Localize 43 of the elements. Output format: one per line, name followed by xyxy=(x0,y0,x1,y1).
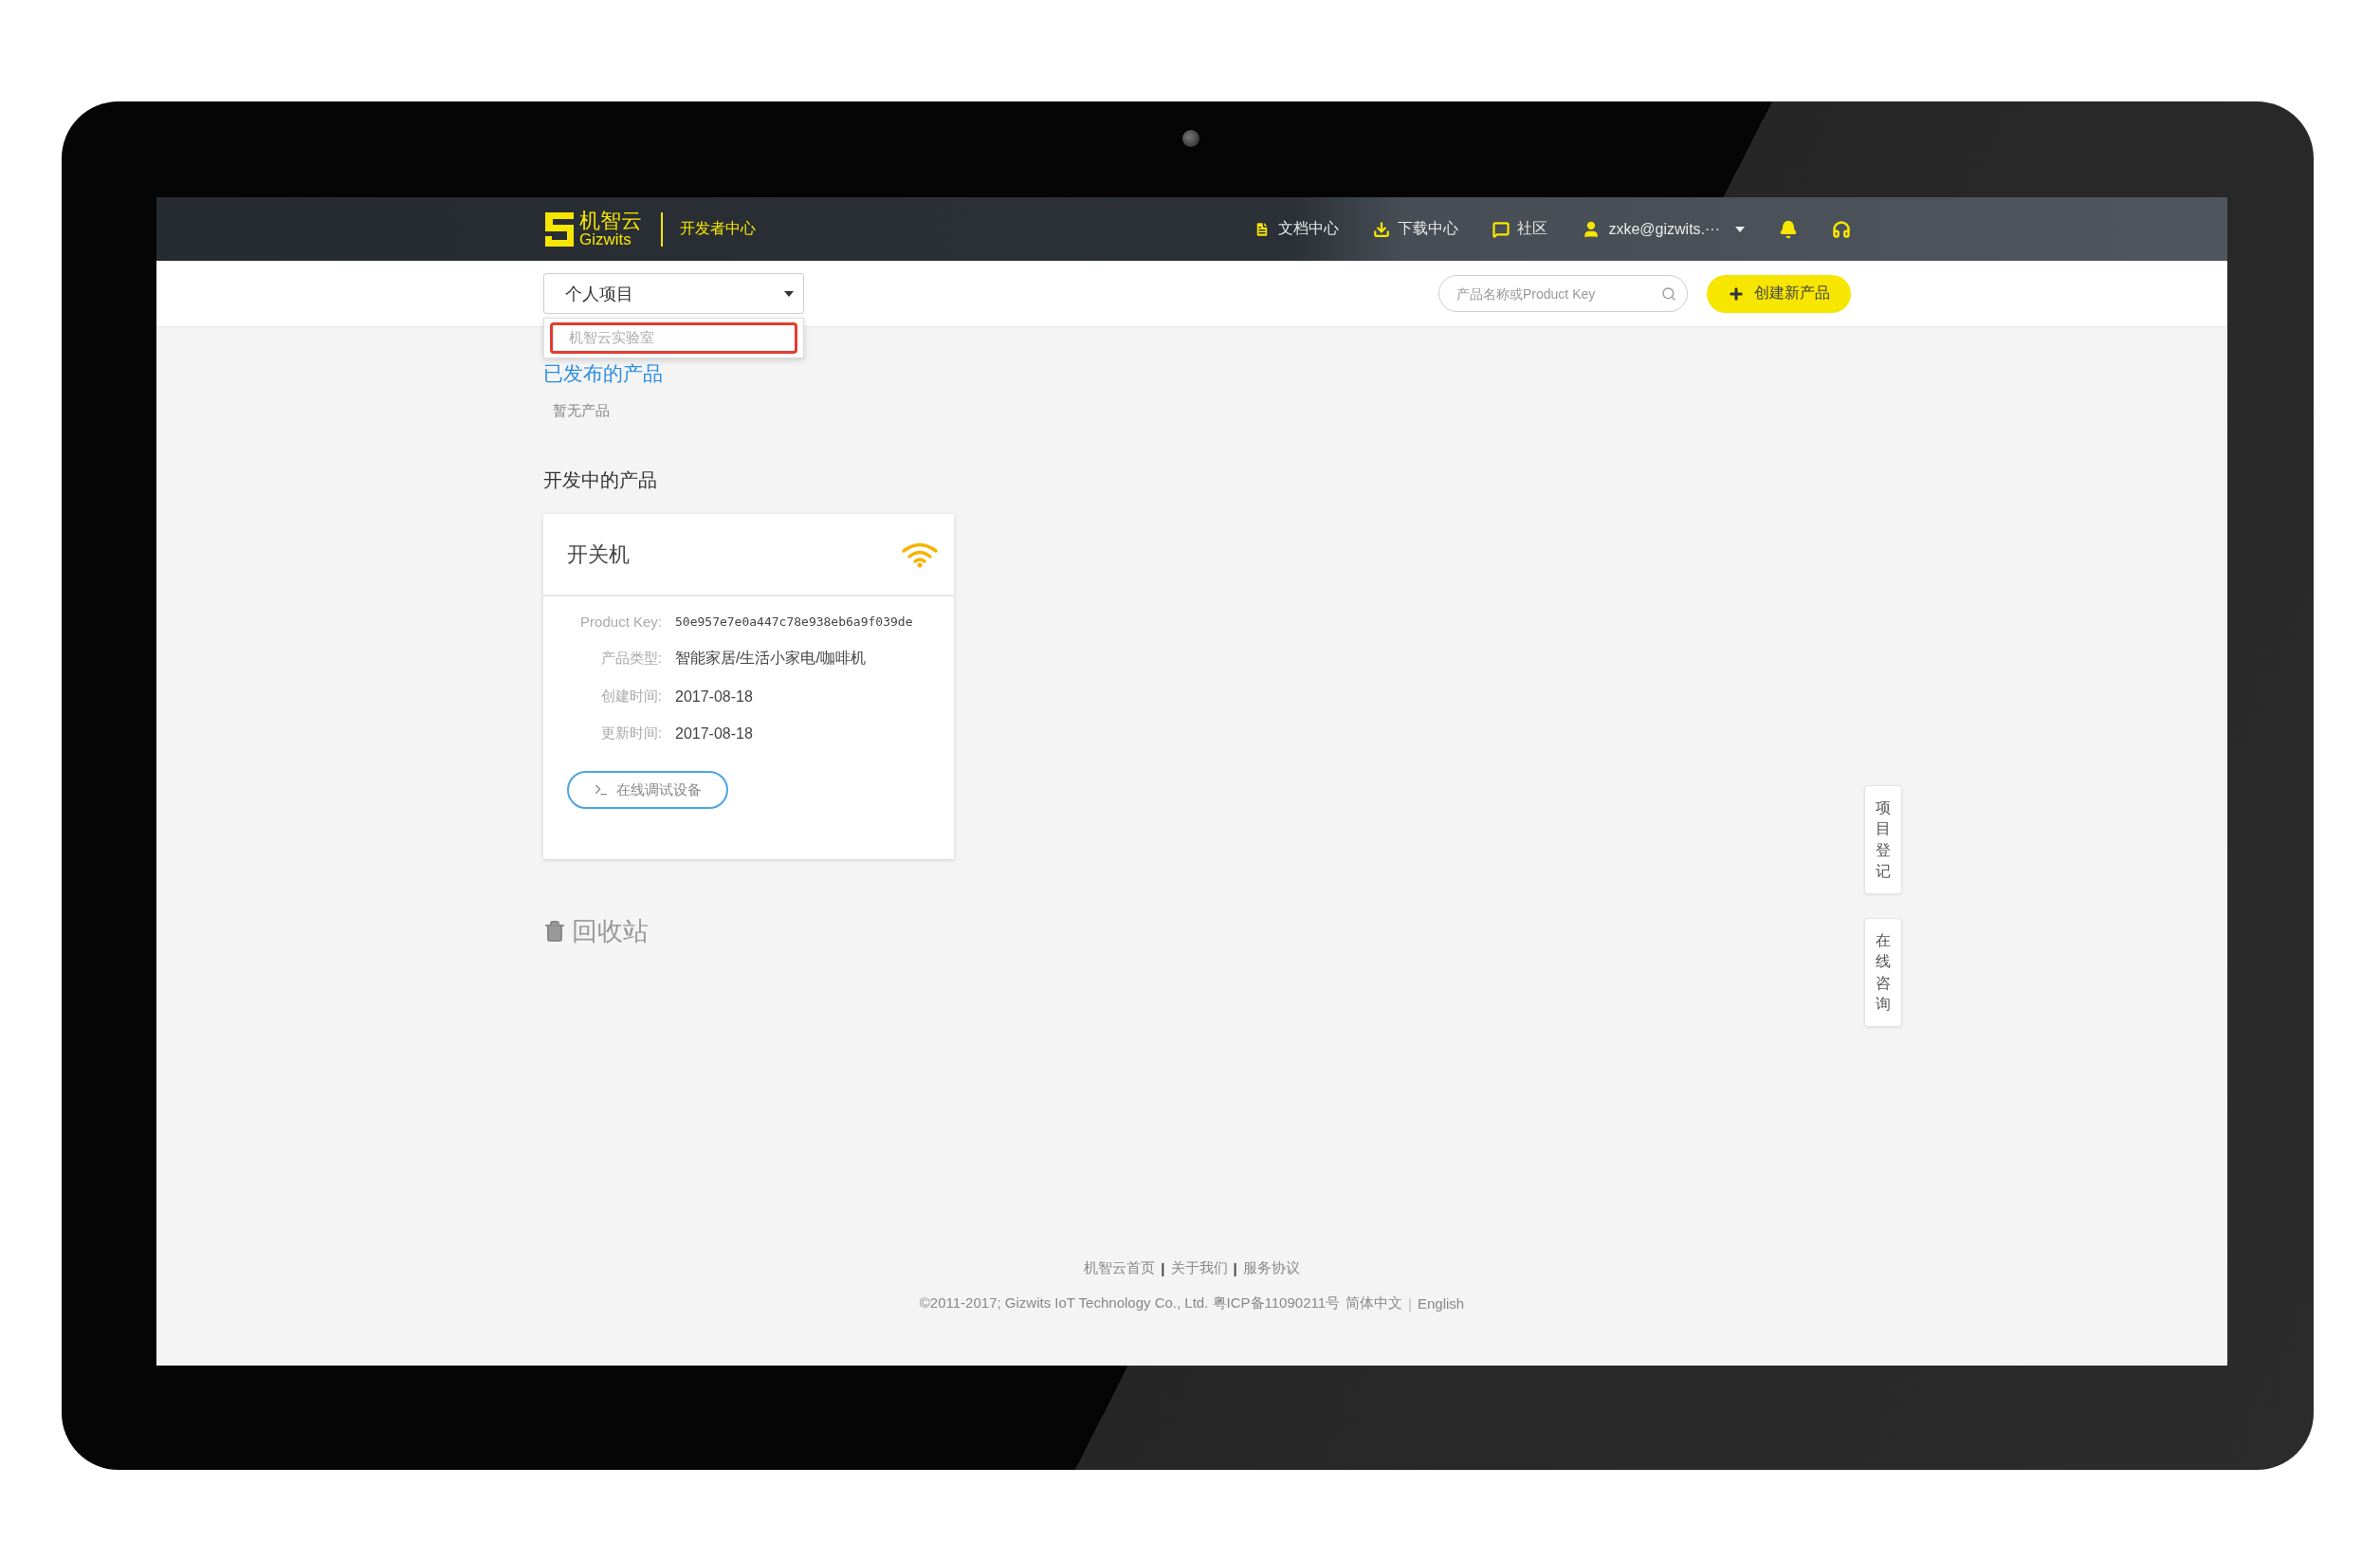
section-title: 开发中的产品 xyxy=(543,468,658,492)
search-field[interactable]: 产品名称或Product Key xyxy=(1438,275,1688,312)
copyright-text: ©2011-2017; Gizwits IoT Technology Co., Ltd. 粤ICP备11090211号 xyxy=(919,1294,1341,1312)
headset-icon[interactable] xyxy=(1832,219,1851,239)
download-icon xyxy=(1373,220,1391,238)
chat-icon xyxy=(1492,220,1510,238)
caret-icon xyxy=(784,290,794,297)
terminal-icon xyxy=(594,782,609,798)
create-product-button[interactable]: 创建新产品 xyxy=(1707,274,1851,313)
empty-message: 暂无产品 xyxy=(553,402,611,420)
footer-link[interactable]: 服务协议 xyxy=(1242,1259,1300,1277)
logo-subtitle: Gizwits xyxy=(579,231,632,248)
portal-title: 开发者中心 xyxy=(680,219,756,238)
separator: | xyxy=(1233,1260,1237,1276)
logo-icon xyxy=(543,210,576,248)
logo-name: 机智云 xyxy=(579,211,642,231)
separator: | xyxy=(1161,1260,1165,1276)
field-value: 智能家居/生活小家电/咖啡机 xyxy=(675,649,866,668)
side-tab-button[interactable]: 项目登记 xyxy=(1864,785,1902,894)
nav-link[interactable]: 文档中心 xyxy=(1254,219,1340,239)
nav-link[interactable]: 社区 xyxy=(1492,219,1548,239)
footer-link[interactable]: 机智云首页 xyxy=(1084,1259,1156,1277)
plus-icon xyxy=(1728,284,1745,303)
camera-lens xyxy=(1182,130,1199,147)
field-label: 创建时间: xyxy=(599,688,662,706)
field-value: 50e957e7e0a447c78e938eb6a9f039de xyxy=(675,614,913,629)
wifi-icon xyxy=(901,541,939,568)
search-icon xyxy=(1661,285,1676,302)
field-value: 2017-08-18 xyxy=(675,724,753,743)
product-name: 开关机 xyxy=(567,541,630,568)
field-value: 2017-08-18 xyxy=(675,688,753,706)
project-select[interactable]: 个人项目 xyxy=(543,273,804,314)
bell-icon[interactable] xyxy=(1779,219,1798,239)
field-label: Product Key: xyxy=(579,614,662,630)
nav-link[interactable]: 下载中心 xyxy=(1373,219,1459,239)
section-title: 已发布的产品 xyxy=(543,361,664,386)
field-label: 产品类型: xyxy=(599,650,662,668)
user-menu[interactable]: zxke@gizwits.··· xyxy=(1582,219,1745,239)
trash-icon xyxy=(543,920,566,943)
side-tab-button[interactable]: 在线咨询 xyxy=(1864,918,1902,1027)
field-label: 更新时间: xyxy=(599,724,662,743)
debug-device-button[interactable]: 在线调试设备 xyxy=(567,771,728,809)
separator: | xyxy=(1408,1295,1412,1311)
